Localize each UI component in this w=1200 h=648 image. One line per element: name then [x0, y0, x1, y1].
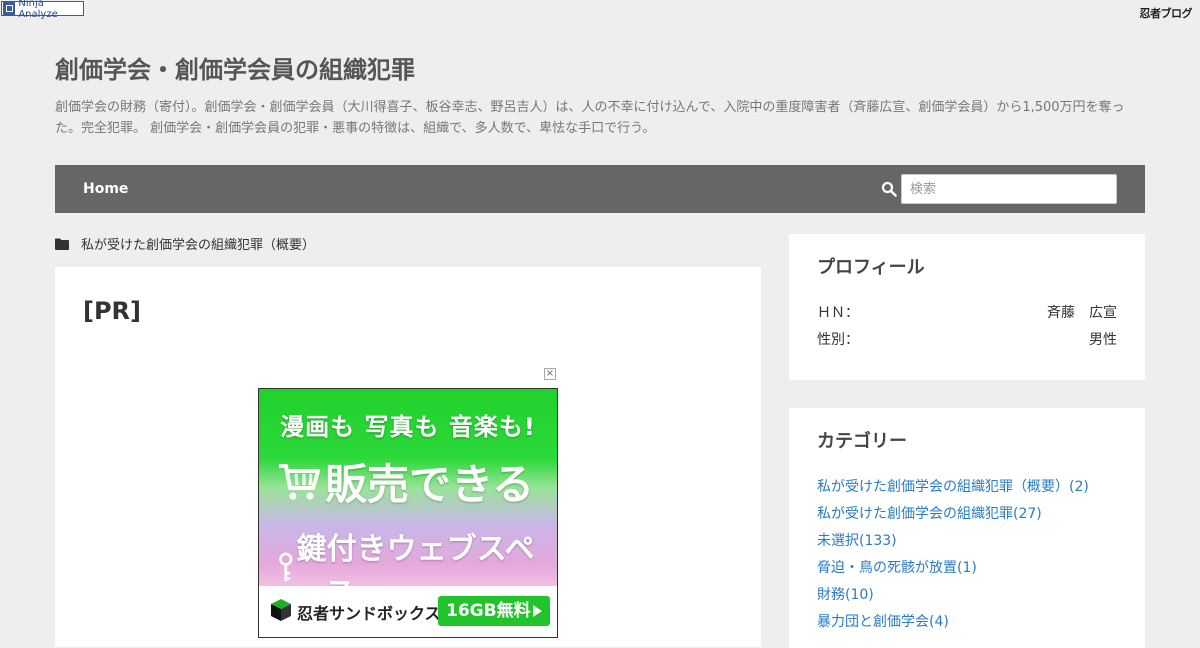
- ad-sell-line: 販売できる: [277, 451, 534, 512]
- category-link[interactable]: 私が受けた創価学会の組織犯罪（概要）(2): [817, 479, 1089, 495]
- key-icon: [279, 552, 293, 582]
- ad-banner[interactable]: 漫画も 写真も 音楽も! 販売できる 鍵付きウェブスペース: [258, 388, 558, 638]
- ad-footer: 忍者サンドボックス 16GB無料: [259, 586, 557, 637]
- ad-brand-name: 忍者サンドボックス: [297, 604, 441, 623]
- folder-icon: [55, 238, 69, 250]
- list-item: 私が受けた創価学会の組織犯罪(27): [817, 503, 1089, 530]
- profile-label: ＨＮ：: [817, 305, 859, 321]
- list-item: 財務(10): [817, 584, 1089, 611]
- nav-home-link[interactable]: Home: [83, 181, 128, 197]
- main-article: [PR] × 漫画も 写真も 音楽も! 販売できる 鍵付きウェブスペース: [55, 267, 761, 647]
- profile-row-hn: ＨＮ： 斉藤 広宣: [817, 302, 1117, 322]
- ad-cta-button[interactable]: 16GB無料: [438, 596, 550, 626]
- category-link[interactable]: 私が受けた創価学会の組織犯罪(27): [817, 506, 1042, 522]
- sandbox-logo-icon: [271, 599, 291, 621]
- category-list: 私が受けた創価学会の組織犯罪（概要）(2) 私が受けた創価学会の組織犯罪(27)…: [817, 476, 1089, 638]
- profile-value: 斉藤 広宣: [1047, 305, 1117, 321]
- search-icon: [881, 181, 897, 197]
- ad-headline: 漫画も 写真も 音楽も!: [280, 413, 536, 441]
- main-navbar: Home: [55, 165, 1145, 213]
- category-link[interactable]: 暴力団と創価学会(4): [817, 614, 949, 630]
- site-description: 創価学会の財務（寄付）。創価学会・創価学会員（大川得喜子、板谷幸志、野呂吉人）は…: [55, 100, 1125, 136]
- ninja-analyze-label: Ninja Analyze: [18, 0, 58, 20]
- profile-label: 性別：: [817, 332, 859, 348]
- breadcrumb: 私が受けた創価学会の組織犯罪（概要）: [55, 234, 315, 253]
- category-link[interactable]: 財務(10): [817, 587, 874, 603]
- ad-close-button[interactable]: ×: [544, 368, 556, 380]
- list-item: 暴力団と創価学会(4): [817, 611, 1089, 638]
- ninja-analyze-icon: [3, 2, 16, 15]
- site-title[interactable]: 創価学会・創価学会員の組織犯罪: [55, 50, 415, 85]
- list-item: 未選択(133): [817, 530, 1089, 557]
- ninja-analyze-badge[interactable]: Ninja Analyze: [1, 0, 84, 20]
- list-item: 私が受けた創価学会の組織犯罪（概要）(2): [817, 476, 1089, 503]
- category-link[interactable]: 未選択(133): [817, 533, 897, 549]
- search-input[interactable]: [901, 174, 1117, 204]
- profile-row-gender: 性別： 男性: [817, 329, 1117, 349]
- profile-value: 男性: [1089, 332, 1117, 348]
- ninja-blog-logo[interactable]: 忍者ブログ: [1140, 5, 1193, 21]
- profile-widget: プロフィール ＨＮ： 斉藤 広宣 性別： 男性: [789, 234, 1145, 380]
- breadcrumb-category[interactable]: 私が受けた創価学会の組織犯罪（概要）: [81, 234, 315, 253]
- pr-title: [PR]: [83, 297, 142, 325]
- category-title: カテゴリー: [817, 431, 907, 452]
- category-link[interactable]: 脅迫・鳥の死骸が放置(1): [817, 560, 977, 576]
- category-widget: カテゴリー 私が受けた創価学会の組織犯罪（概要）(2) 私が受けた創価学会の組織…: [789, 408, 1145, 648]
- ad-sell-text: 販売できる: [325, 460, 535, 509]
- profile-title: プロフィール: [817, 257, 925, 278]
- cart-icon: [279, 463, 320, 499]
- list-item: 脅迫・鳥の死骸が放置(1): [817, 557, 1089, 584]
